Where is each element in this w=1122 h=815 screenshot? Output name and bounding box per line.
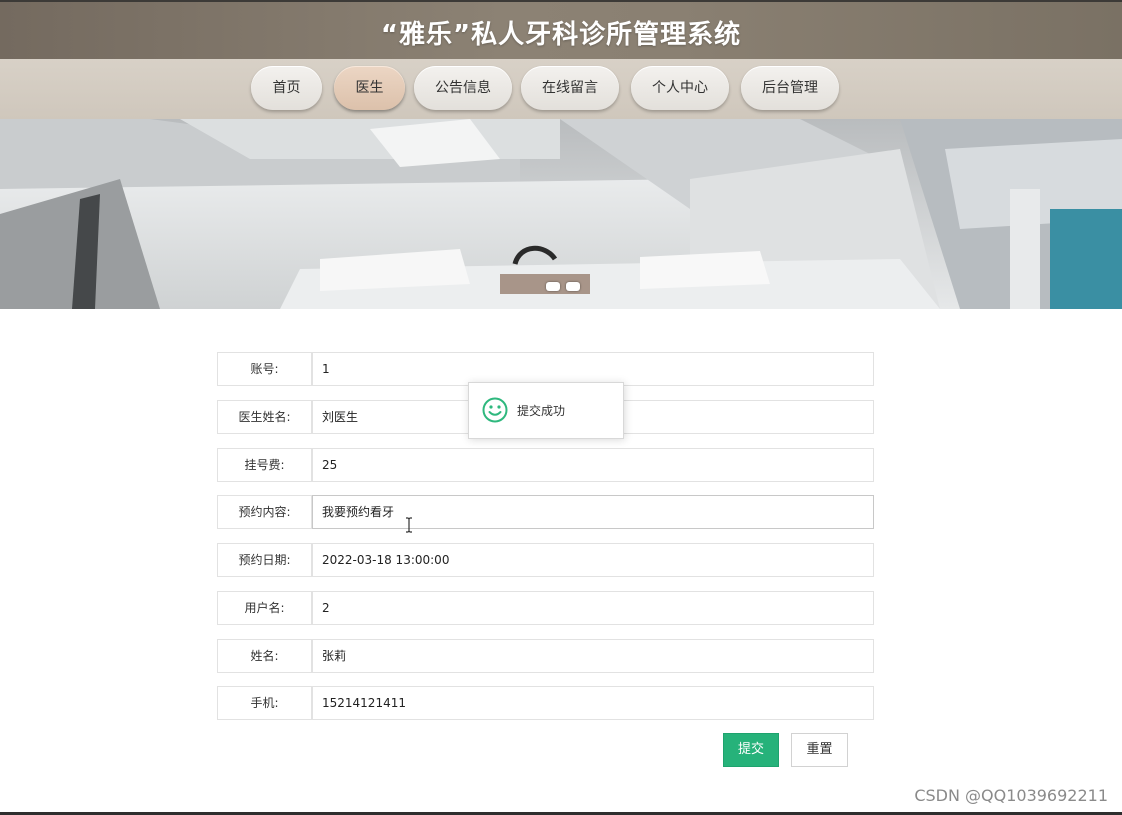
- nav-item-announcements[interactable]: 公告信息: [414, 66, 512, 110]
- nav-item-messages[interactable]: 在线留言: [521, 66, 619, 110]
- carousel-dot-1[interactable]: [546, 282, 560, 291]
- nav-item-profile[interactable]: 个人中心: [631, 66, 729, 110]
- field-label: 医生姓名:: [217, 400, 312, 434]
- nav-item-home[interactable]: 首页: [251, 66, 322, 110]
- watermark-text: CSDN @QQ1039692211: [914, 786, 1108, 805]
- carousel-dot-2[interactable]: [566, 282, 580, 291]
- form-row-content: 预约内容: 我要预约看牙: [217, 495, 874, 529]
- name-field[interactable]: 张莉: [312, 639, 874, 673]
- banner-carousel[interactable]: [0, 119, 1122, 309]
- form-row-account: 账号: 1: [217, 352, 874, 386]
- smile-icon: [482, 397, 508, 427]
- banner-image: [0, 119, 1122, 309]
- nav-item-doctor[interactable]: 医生: [334, 66, 405, 110]
- form-row-username: 用户名: 2: [217, 591, 874, 625]
- username-field[interactable]: 2: [312, 591, 874, 625]
- form-row-phone: 手机: 15214121411: [217, 686, 874, 720]
- form-row-fee: 挂号费: 25: [217, 448, 874, 482]
- toast-message: 提交成功: [517, 404, 566, 418]
- field-label: 姓名:: [217, 639, 312, 673]
- success-toast: 提交成功: [468, 382, 624, 439]
- account-field[interactable]: 1: [312, 352, 874, 386]
- field-label: 挂号费:: [217, 448, 312, 482]
- field-label: 预约内容:: [217, 495, 312, 529]
- phone-field[interactable]: 15214121411: [312, 686, 874, 720]
- field-label: 预约日期:: [217, 543, 312, 577]
- form-row-name: 姓名: 张莉: [217, 639, 874, 673]
- carousel-indicators: [546, 282, 582, 292]
- reset-button[interactable]: 重置: [791, 733, 848, 767]
- field-label: 用户名:: [217, 591, 312, 625]
- registration-fee-field[interactable]: 25: [312, 448, 874, 482]
- main-nav: 首页 医生 公告信息 在线留言 个人中心 后台管理: [0, 59, 1122, 119]
- page: “雅乐”私人牙科诊所管理系统 首页 医生 公告信息 在线留言 个人中心 后台管理: [0, 0, 1122, 815]
- text-cursor-icon: [405, 517, 413, 533]
- nav-item-admin[interactable]: 后台管理: [741, 66, 839, 110]
- header-bar: “雅乐”私人牙科诊所管理系统: [0, 0, 1122, 59]
- field-label: 账号:: [217, 352, 312, 386]
- field-label: 手机:: [217, 686, 312, 720]
- appointment-content-field[interactable]: 我要预约看牙: [312, 495, 874, 529]
- site-title: “雅乐”私人牙科诊所管理系统: [380, 20, 742, 50]
- appointment-date-field[interactable]: 2022-03-18 13:00:00: [312, 543, 874, 577]
- submit-button[interactable]: 提交: [723, 733, 779, 767]
- form-row-date: 预约日期: 2022-03-18 13:00:00: [217, 543, 874, 577]
